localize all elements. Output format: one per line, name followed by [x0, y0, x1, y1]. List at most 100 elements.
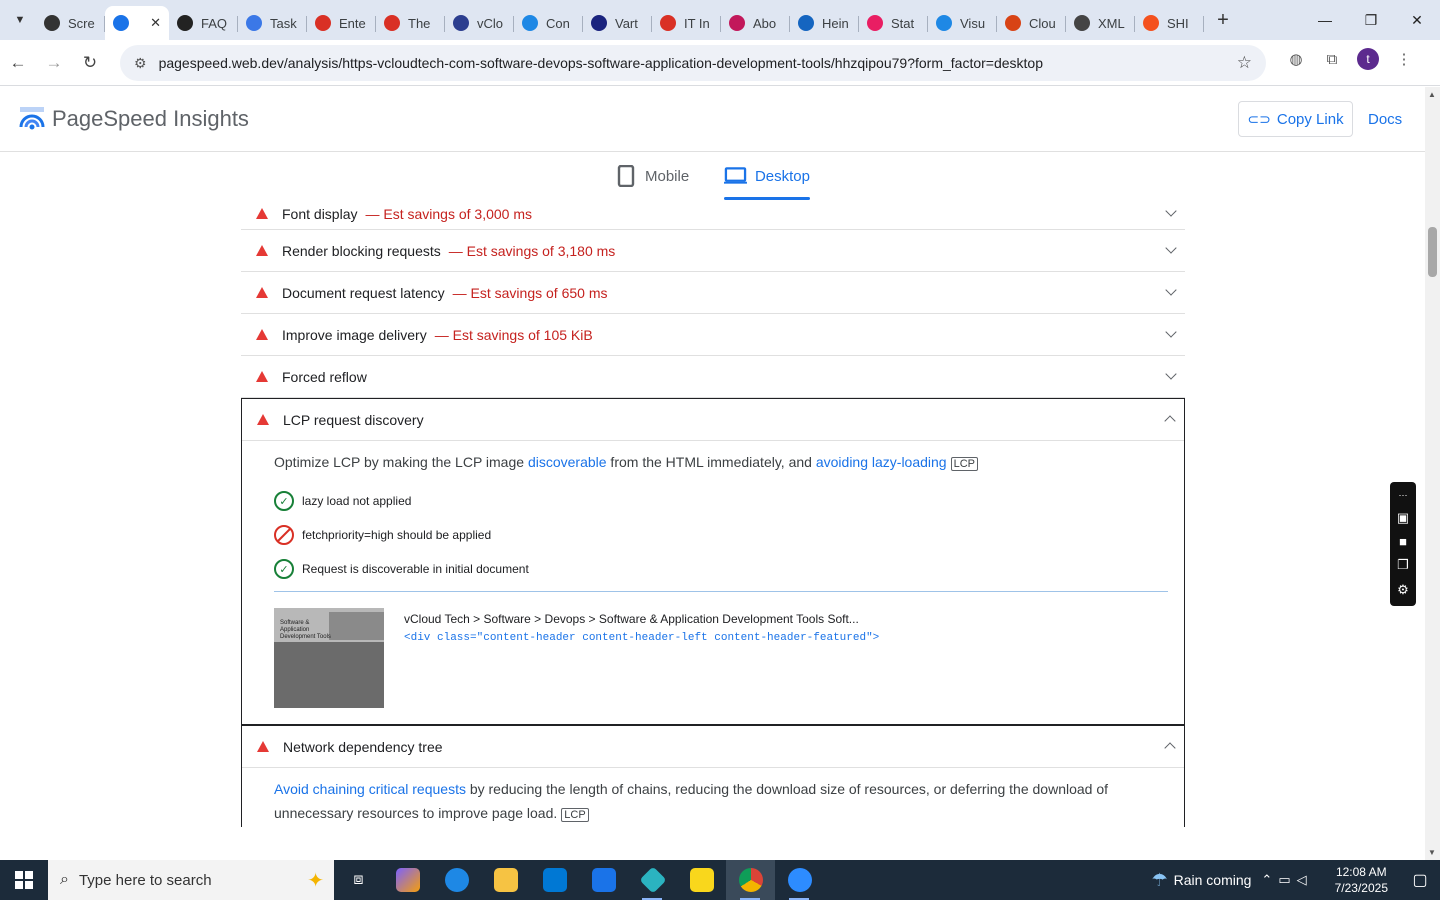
edge-app-icon[interactable]	[432, 860, 481, 900]
browser-tab[interactable]: Clou	[997, 6, 1066, 40]
chevron-down-icon[interactable]	[1165, 242, 1177, 254]
browser-tab[interactable]: XML	[1066, 6, 1135, 40]
site-info-icon[interactable]: ⚙	[134, 55, 147, 72]
browser-tab[interactable]: Hein	[790, 6, 859, 40]
zoom-app-icon[interactable]	[775, 860, 824, 900]
discoverable-link[interactable]: discoverable	[528, 454, 607, 470]
lcp-element-snippet[interactable]: <div class="content-header content-heade…	[404, 632, 879, 644]
chevron-down-icon[interactable]	[1165, 368, 1177, 380]
tab-title: Task	[270, 15, 297, 31]
windows-icon[interactable]: ❐	[1397, 557, 1409, 573]
tab-search-chevron-icon[interactable]: ▼	[4, 4, 36, 36]
video-icon[interactable]: ■	[1399, 534, 1407, 549]
clock[interactable]: 12:08 AM 7/23/2025	[1335, 864, 1388, 896]
sticky-notes-icon[interactable]	[677, 860, 726, 900]
scrollbar-thumb[interactable]	[1428, 227, 1437, 277]
lcp-tag[interactable]: LCP	[950, 457, 979, 471]
tray-icons[interactable]: ⌃▭◁	[1261, 872, 1312, 888]
browser-tab[interactable]: SHI	[1135, 6, 1204, 40]
browser-tab[interactable]: The	[376, 6, 445, 40]
psi-header: PageSpeed Insights ⊂⊃ Copy Link Docs	[0, 87, 1425, 152]
browser-tab[interactable]: Con	[514, 6, 583, 40]
browser-tab[interactable]: IT In	[652, 6, 721, 40]
browser-tab[interactable]: Task	[238, 6, 307, 40]
minimize-icon[interactable]: —	[1302, 12, 1348, 29]
fail-triangle-icon	[256, 329, 268, 340]
app-diamond-icon[interactable]	[628, 860, 677, 900]
page-scrollbar[interactable]: ▲ ▼	[1425, 87, 1440, 860]
audit-row[interactable]: Improve image delivery — Est savings of 1…	[241, 314, 1185, 356]
omnibox[interactable]: ⚙ pagespeed.web.dev/analysis/https-vclou…	[120, 45, 1266, 81]
audit-row-lcp-request-discovery[interactable]: LCP request discovery	[242, 399, 1184, 441]
profile-avatar[interactable]: t	[1357, 48, 1379, 70]
copy-link-button[interactable]: ⊂⊃ Copy Link	[1238, 101, 1353, 137]
file-explorer-icon[interactable]	[481, 860, 530, 900]
avoiding-lazy-loading-link[interactable]: avoiding lazy-loading	[816, 454, 947, 470]
browser-tab[interactable]: FAQ	[169, 6, 238, 40]
tab-title: Ente	[339, 15, 366, 31]
browser-tab[interactable]: ✕	[105, 6, 169, 40]
menu-kebab-icon[interactable]: ⋮	[1386, 50, 1422, 68]
tab-mobile-label: Mobile	[645, 167, 690, 185]
camera-icon[interactable]: ▣	[1397, 510, 1409, 526]
more-icon[interactable]: ⋯	[1399, 490, 1408, 501]
extensions-icon[interactable]: ⧉	[1314, 51, 1350, 68]
tab-mobile[interactable]: Mobile	[617, 152, 689, 200]
lcp-request-discovery-panel: LCP request discovery Optimize LCP by ma…	[241, 398, 1185, 725]
browser-tab[interactable]: Vart	[583, 6, 652, 40]
audit-title: Forced reflow	[282, 368, 367, 385]
scroll-up-icon[interactable]: ▲	[1428, 90, 1436, 99]
chrome-app-icon[interactable]	[726, 860, 775, 900]
scroll-down-icon[interactable]: ▼	[1428, 848, 1436, 857]
audit-row[interactable]: Document request latency — Est savings of…	[241, 272, 1185, 314]
new-tab-button[interactable]: +	[1208, 9, 1238, 32]
avoid-chaining-link[interactable]: Avoid chaining critical requests	[274, 781, 466, 797]
audit-row[interactable]: Font display — Est savings of 3,000 ms	[241, 202, 1185, 230]
fail-triangle-icon	[256, 245, 268, 256]
chevron-up-icon[interactable]	[1164, 742, 1176, 754]
fail-triangle-icon	[256, 208, 268, 219]
browser-tab[interactable]: Ente	[307, 6, 376, 40]
browser-tab[interactable]: Scre	[36, 6, 105, 40]
tab-desktop[interactable]: Desktop	[724, 152, 810, 200]
task-view-icon[interactable]: ⧈	[334, 860, 383, 900]
lcp-element-thumbnail[interactable]: Software & Application Development Tools	[274, 608, 384, 708]
check-pass-icon: ✓	[274, 559, 294, 579]
audit-row[interactable]: Forced reflow	[241, 356, 1185, 398]
tab-title: Con	[546, 15, 570, 31]
store-app-icon[interactable]	[530, 860, 579, 900]
tab-favicon-icon	[44, 15, 60, 31]
fail-triangle-icon	[256, 287, 268, 298]
start-button[interactable]	[0, 860, 48, 900]
windows-taskbar: ⌕ Type here to search ✦ ⧈ ☂ Rain coming …	[0, 860, 1440, 900]
browser-tab[interactable]: Visu	[928, 6, 997, 40]
tab-favicon-icon	[729, 15, 745, 31]
lcp-tag[interactable]: LCP	[561, 808, 589, 822]
audit-row[interactable]: Render blocking requests — Est savings of…	[241, 230, 1185, 272]
tab-close-icon[interactable]: ✕	[150, 15, 161, 31]
copilot-app-icon[interactable]	[383, 860, 432, 900]
weather-text[interactable]: Rain coming	[1174, 872, 1252, 888]
browser-tab[interactable]: Abo	[721, 6, 790, 40]
browser-tab[interactable]: vClo	[445, 6, 514, 40]
reload-icon[interactable]: ↻	[72, 53, 108, 73]
chevron-down-icon[interactable]	[1165, 205, 1177, 217]
chevron-up-icon[interactable]	[1164, 415, 1176, 427]
settings-gear-icon[interactable]: ⚙	[1397, 582, 1409, 598]
restore-icon[interactable]: ❐	[1348, 12, 1394, 29]
translate-icon[interactable]: ◍	[1278, 50, 1314, 68]
audit-row-network-dependency-tree[interactable]: Network dependency tree	[242, 726, 1184, 768]
taskbar-search[interactable]: ⌕ Type here to search ✦	[48, 860, 334, 900]
back-arrow-icon[interactable]: ←	[0, 53, 36, 73]
forward-arrow-icon[interactable]: →	[36, 53, 72, 73]
notification-icon[interactable]: ▢	[1400, 870, 1440, 890]
url-text[interactable]: pagespeed.web.dev/analysis/https-vcloudt…	[159, 55, 1043, 71]
close-window-icon[interactable]: ✕	[1394, 12, 1440, 29]
docs-link[interactable]: Docs	[1368, 111, 1402, 128]
tab-favicon-icon	[522, 15, 538, 31]
mail-app-icon[interactable]	[579, 860, 628, 900]
chevron-down-icon[interactable]	[1165, 284, 1177, 296]
bookmark-star-icon[interactable]: ☆	[1237, 53, 1252, 73]
chevron-down-icon[interactable]	[1165, 326, 1177, 338]
browser-tab[interactable]: Stat	[859, 6, 928, 40]
